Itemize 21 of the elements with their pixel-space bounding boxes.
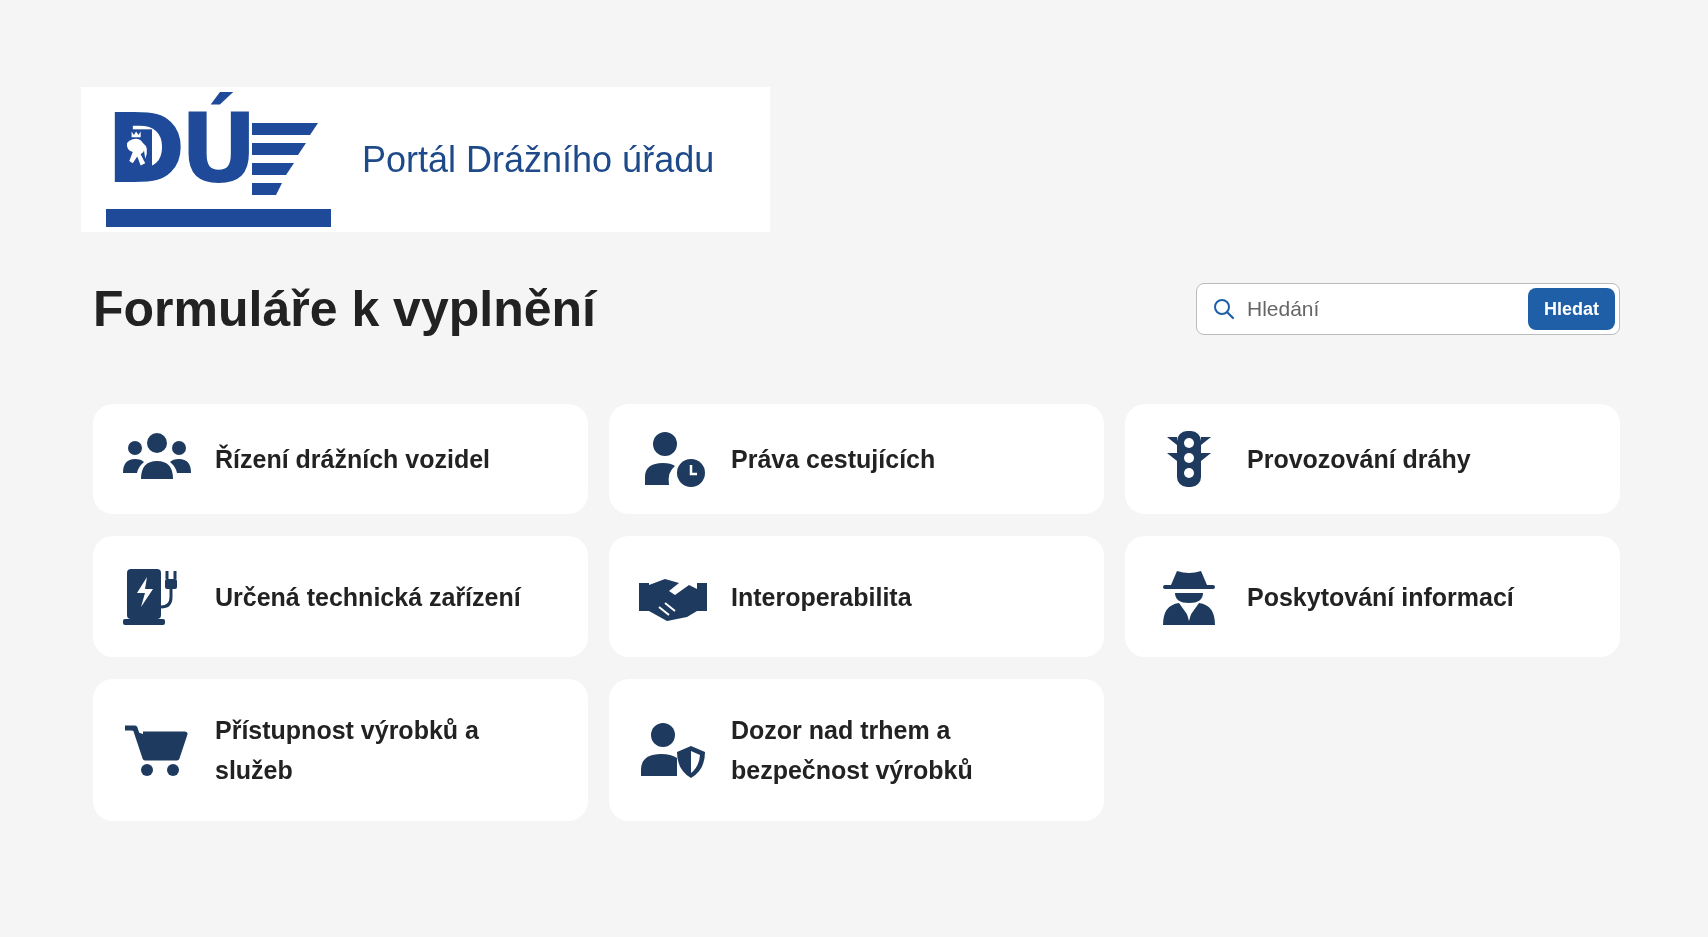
category-label: Určená technická zařízení: [215, 581, 521, 613]
category-card[interactable]: Dozor nad trhem a bezpečnost výrobků: [609, 679, 1104, 821]
category-card[interactable]: Práva cestujících: [609, 404, 1104, 514]
category-card[interactable]: Řízení drážních vozidel: [93, 404, 588, 514]
category-label: Provozování dráhy: [1247, 444, 1471, 475]
category-card[interactable]: Provozování dráhy: [1125, 404, 1620, 514]
category-label: Poskytování informací: [1247, 581, 1514, 613]
search-field[interactable]: Hledání Hledat: [1196, 283, 1620, 335]
page-title: Formuláře k vyplnění: [93, 280, 596, 338]
site-title: Portál Drážního úřadu: [362, 138, 715, 181]
category-card[interactable]: Přístupnost výrobků a služeb: [93, 679, 588, 821]
category-label: Práva cestujících: [731, 444, 936, 475]
category-card[interactable]: Poskytování informací: [1125, 536, 1620, 657]
category-card[interactable]: Interoperabilita: [609, 536, 1104, 657]
search-button[interactable]: Hledat: [1528, 288, 1615, 330]
category-label: Řízení drážních vozidel: [215, 443, 491, 475]
category-label: Přístupnost výrobků a služeb: [215, 715, 480, 786]
category-label: Dozor nad trhem a bezpečnost výrobků: [731, 715, 974, 786]
search-icon: [1213, 298, 1235, 320]
category-label: Interoperabilita: [731, 581, 912, 613]
category-card[interactable]: Určená technická zařízení: [93, 536, 588, 657]
